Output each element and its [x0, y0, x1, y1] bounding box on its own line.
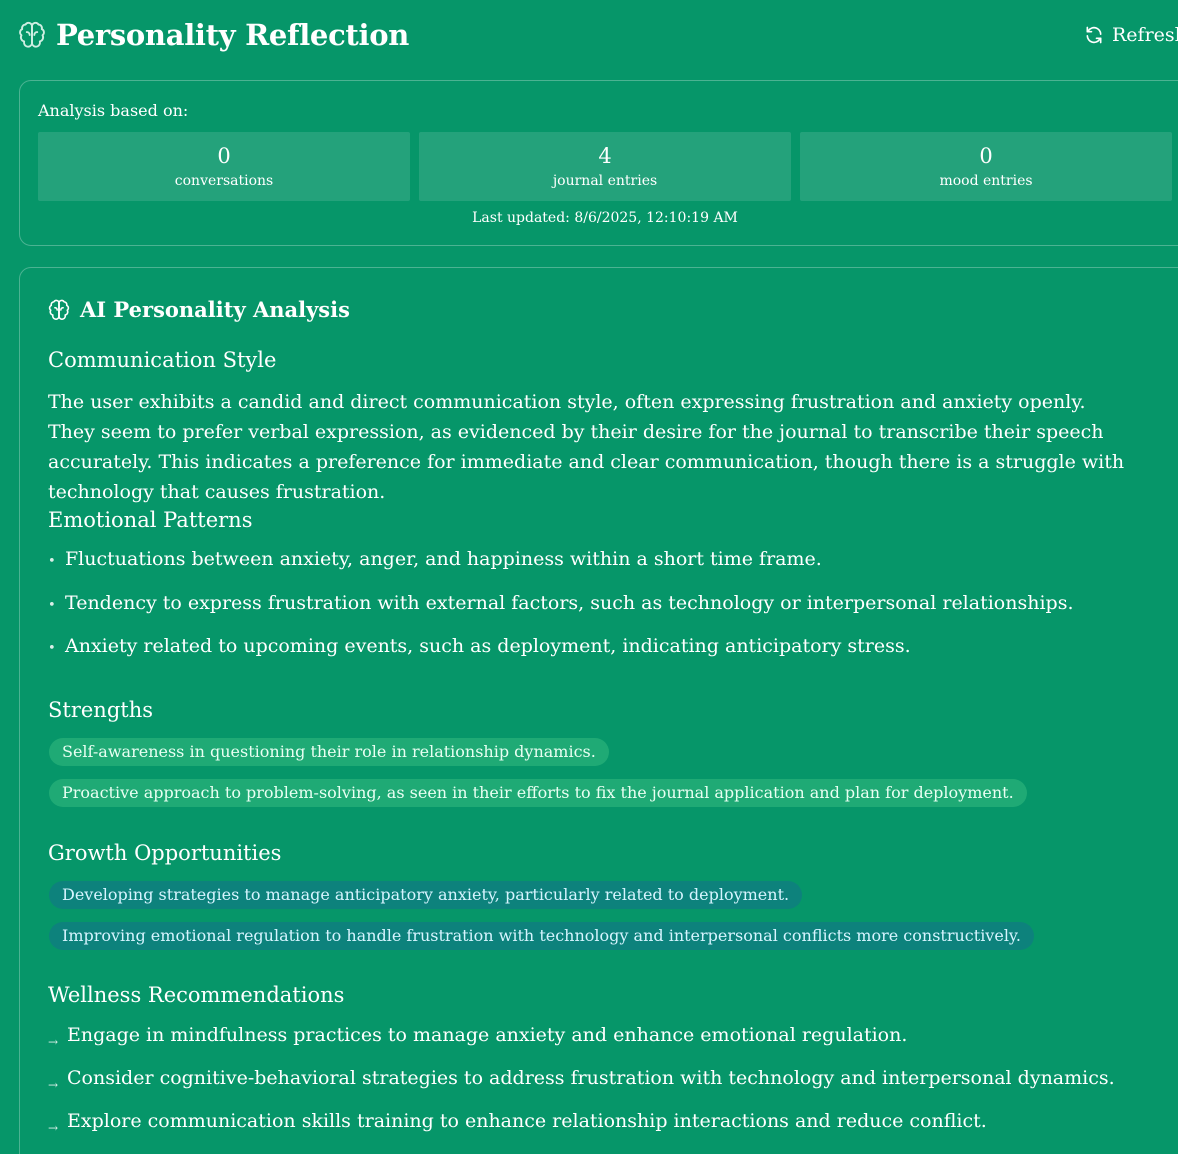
list-item: → Engage in mindfulness practices to man…	[48, 1024, 908, 1049]
page-title: Personality Reflection	[56, 18, 410, 52]
analysis-heading: AI Personality Analysis	[48, 297, 350, 322]
stat-mood-entries: 0 mood entries	[800, 132, 1172, 201]
list-item-text: Anxiety related to upcoming events, such…	[65, 635, 911, 657]
analysis-title: AI Personality Analysis	[80, 297, 350, 322]
list-item-text: Fluctuations between anxiety, anger, and…	[65, 548, 822, 570]
stat-value: 4	[598, 144, 612, 168]
refresh-label: Refresh	[1112, 24, 1178, 46]
list-item: • Anxiety related to upcoming events, su…	[48, 635, 911, 657]
analysis-stats-card: Analysis based on: 0 conversations 4 jou…	[19, 80, 1178, 246]
ai-analysis-card: AI Personality Analysis Communication St…	[19, 267, 1178, 1154]
strengths-heading: Strengths	[48, 698, 153, 722]
growth-tag: Developing strategies to manage anticipa…	[49, 881, 803, 909]
list-item-text: Consider cognitive-behavioral strategies…	[67, 1067, 1115, 1089]
list-item: • Tendency to express frustration with e…	[48, 592, 1074, 614]
communication-style-heading: Communication Style	[48, 348, 277, 372]
growth-tag: Improving emotional regulation to handle…	[49, 922, 1034, 950]
brain-icon	[48, 299, 70, 320]
stat-value: 0	[979, 144, 993, 168]
emotional-patterns-heading: Emotional Patterns	[48, 508, 253, 532]
stat-label: mood entries	[939, 173, 1033, 189]
communication-style-text: The user exhibits a candid and direct co…	[48, 391, 1125, 503]
refresh-icon	[1086, 26, 1102, 44]
stat-value: 0	[217, 144, 231, 168]
page: Personality Reflection Refresh Analysis …	[0, 0, 1178, 1154]
arrow-right-icon: →	[48, 1035, 59, 1049]
bullet-dot-icon: •	[48, 554, 56, 569]
strength-tag: Self-awareness in questioning their role…	[49, 738, 609, 766]
growth-opportunities-heading: Growth Opportunities	[48, 841, 282, 865]
title-group: Personality Reflection	[18, 18, 409, 52]
strength-tag: Proactive approach to problem-solving, a…	[49, 779, 1027, 807]
list-item: → Explore communication skills training …	[48, 1110, 987, 1135]
stats-heading: Analysis based on:	[38, 101, 189, 120]
arrow-right-icon: →	[48, 1121, 59, 1135]
list-item-text: Tendency to express frustration with ext…	[65, 592, 1074, 614]
stat-journal-entries: 4 journal entries	[419, 132, 791, 201]
last-updated: Last updated: 8/6/2025, 12:10:19 AM	[472, 210, 738, 226]
list-item: • Fluctuations between anxiety, anger, a…	[48, 548, 822, 570]
stat-conversations: 0 conversations	[38, 132, 410, 201]
page-header: Personality Reflection Refresh	[18, 18, 1178, 58]
refresh-button[interactable]: Refresh	[1084, 24, 1178, 46]
list-item-text: Explore communication skills training to…	[67, 1110, 987, 1132]
stat-label: journal entries	[552, 173, 658, 189]
list-item-text: Engage in mindfulness practices to manag…	[67, 1024, 908, 1046]
arrow-right-icon: →	[48, 1078, 59, 1092]
wellness-recommendations-heading: Wellness Recommendations	[48, 983, 345, 1007]
brain-icon	[19, 21, 45, 48]
bullet-dot-icon: •	[48, 598, 56, 613]
list-item: → Consider cognitive-behavioral strategi…	[48, 1067, 1115, 1092]
stat-label: conversations	[174, 173, 274, 189]
bullet-dot-icon: •	[48, 641, 56, 656]
